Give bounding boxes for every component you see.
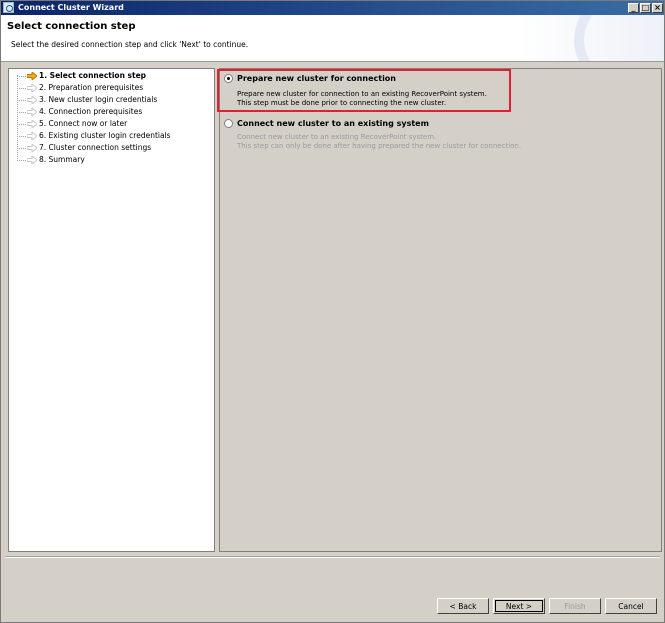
step-label: 5. Connect now or later xyxy=(39,119,128,128)
tree-branch xyxy=(17,142,27,154)
step-label: 4. Connection prerequisites xyxy=(39,107,143,116)
step-item: 4. Connection prerequisites xyxy=(9,106,214,118)
step-item: 3. New cluster login credentials xyxy=(9,94,214,106)
option-connect-existing[interactable]: Connect new cluster to an existing syste… xyxy=(224,119,644,153)
footer-divider xyxy=(5,556,660,558)
page-title: Select connection step xyxy=(7,21,136,32)
step-label: 1. Select connection step xyxy=(39,71,147,80)
option-connect-desc-2: This step can only be done after having … xyxy=(237,142,522,150)
option-connect-desc-1: Connect new cluster to an existing Recov… xyxy=(237,133,437,141)
minimize-button[interactable]: _ xyxy=(628,3,639,13)
wizard-header: Select connection step Select the desire… xyxy=(1,15,664,62)
steps-panel: 1. Select connection step 2. Preparation … xyxy=(8,68,215,552)
step-label: 8. Summary xyxy=(39,155,85,164)
title-bar[interactable]: Connect Cluster Wizard _ □ × xyxy=(1,1,664,15)
step-label: 3. New cluster login credentials xyxy=(39,95,158,104)
step-arrow-icon xyxy=(27,156,37,164)
tree-branch xyxy=(17,94,27,106)
step-label: 2. Preparation prerequisites xyxy=(39,83,144,92)
finish-button[interactable]: Finish xyxy=(549,598,601,614)
tree-branch xyxy=(17,118,27,130)
step-arrow-icon xyxy=(27,144,37,152)
close-button[interactable]: × xyxy=(652,3,663,13)
step-label: 6. Existing cluster login credentials xyxy=(39,131,171,140)
maximize-button[interactable]: □ xyxy=(640,3,651,13)
window-title: Connect Cluster Wizard xyxy=(18,3,124,12)
wizard-window: Connect Cluster Wizard _ □ × Select conn… xyxy=(0,0,665,623)
step-item: 1. Select connection step xyxy=(9,70,214,82)
cancel-button[interactable]: Cancel xyxy=(605,598,657,614)
page-subtitle: Select the desired connection step and c… xyxy=(11,40,249,49)
step-item: 2. Preparation prerequisites xyxy=(9,82,214,94)
content-panel: Prepare new cluster for connection Prepa… xyxy=(219,68,662,552)
next-button[interactable]: Next > xyxy=(493,598,545,614)
step-item: 7. Cluster connection settings xyxy=(9,142,214,154)
step-item: 5. Connect now or later xyxy=(9,118,214,130)
app-icon xyxy=(3,2,14,13)
tree-branch xyxy=(17,70,27,82)
radio-connect-existing[interactable] xyxy=(224,119,233,128)
step-arrow-icon xyxy=(27,96,37,104)
step-arrow-icon xyxy=(27,84,37,92)
highlight-annotation xyxy=(217,69,511,112)
step-arrow-icon xyxy=(27,108,37,116)
back-button[interactable]: < Back xyxy=(437,598,489,614)
step-item: 8. Summary xyxy=(9,154,214,166)
step-arrow-icon xyxy=(27,120,37,128)
tree-branch xyxy=(17,82,27,94)
header-decoration xyxy=(554,15,664,61)
tree-branch xyxy=(17,130,27,142)
tree-branch xyxy=(17,154,27,166)
step-label: 7. Cluster connection settings xyxy=(39,143,152,152)
step-item: 6. Existing cluster login credentials xyxy=(9,130,214,142)
step-arrow-icon xyxy=(27,132,37,140)
tree-branch xyxy=(17,106,27,118)
option-connect-title[interactable]: Connect new cluster to an existing syste… xyxy=(237,119,429,128)
step-arrow-icon xyxy=(27,72,37,80)
